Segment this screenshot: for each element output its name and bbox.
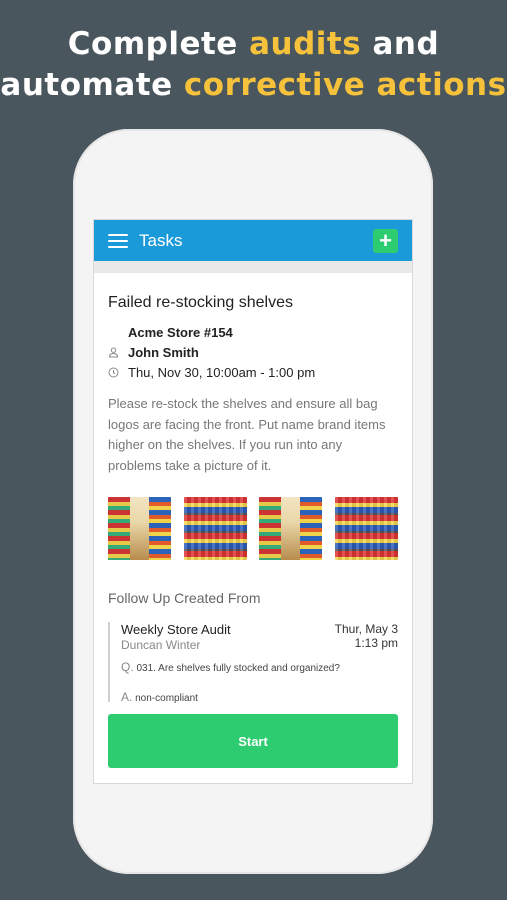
audit-question: Q. 031. Are shelves fully stocked and or… [121,660,398,674]
headline: Complete audits and automate corrective … [0,24,507,106]
headline-line-2: automate corrective actions [0,65,507,106]
answer-text: non-compliant [135,693,198,704]
shelf-snacks-photo[interactable] [183,497,247,560]
app-screen: Tasks + Failed re-stocking shelves Acme … [93,219,413,784]
add-task-button[interactable]: + [373,229,398,253]
audit-date-day: Thur, May 3 [334,622,398,636]
answer-prefix: A. [121,690,133,704]
task-datetime: Thu, Nov 30, 10:00am - 1:00 pm [128,364,316,380]
audit-date: Thur, May 3 1:13 pm [335,622,398,650]
store-row: Acme Store #154 [108,322,398,342]
hamburger-menu-icon[interactable] [108,233,128,248]
app-bar: Tasks + [94,220,412,261]
headline-text: Complete [67,26,250,62]
task-detail: Failed re-stocking shelves Acme Store #1… [94,294,412,768]
start-button[interactable]: Start [108,714,398,768]
header-divider [94,261,412,273]
followup-section-title: Follow Up Created From [108,590,261,606]
headline-text: automate [0,67,184,103]
audit-date-time: 1:13 pm [354,636,398,650]
app-bar-title: Tasks [139,230,183,250]
photo-strip [108,497,398,560]
datetime-row: Thu, Nov 30, 10:00am - 1:00 pm [108,362,398,382]
store-name: Acme Store #154 [128,324,233,340]
person-icon [108,347,128,358]
assignee-row: John Smith [108,342,398,362]
task-meta: Acme Store #154 John Smith Thu, Nov 30, … [108,322,398,382]
headline-line-1: Complete audits and [0,24,507,65]
clock-icon [108,367,128,378]
assignee-name: John Smith [128,344,199,360]
audit-answer: A. non-compliant [121,690,398,704]
task-title: Failed re-stocking shelves [108,294,293,311]
headline-text: and [361,26,440,62]
headline-highlight: corrective actions [183,67,507,103]
store-aisle-photo[interactable] [108,497,171,560]
store-aisle-photo[interactable] [259,497,323,560]
task-description: Please re-stock the shelves and ensure a… [108,396,386,473]
followup-card[interactable]: Weekly Store Audit Duncan Winter Thur, M… [108,622,398,704]
headline-highlight: audits [249,26,362,62]
question-text: 031. Are shelves fully stocked and organ… [136,663,340,674]
question-prefix: Q. [121,660,134,674]
shelf-snacks-photo[interactable] [334,497,398,560]
